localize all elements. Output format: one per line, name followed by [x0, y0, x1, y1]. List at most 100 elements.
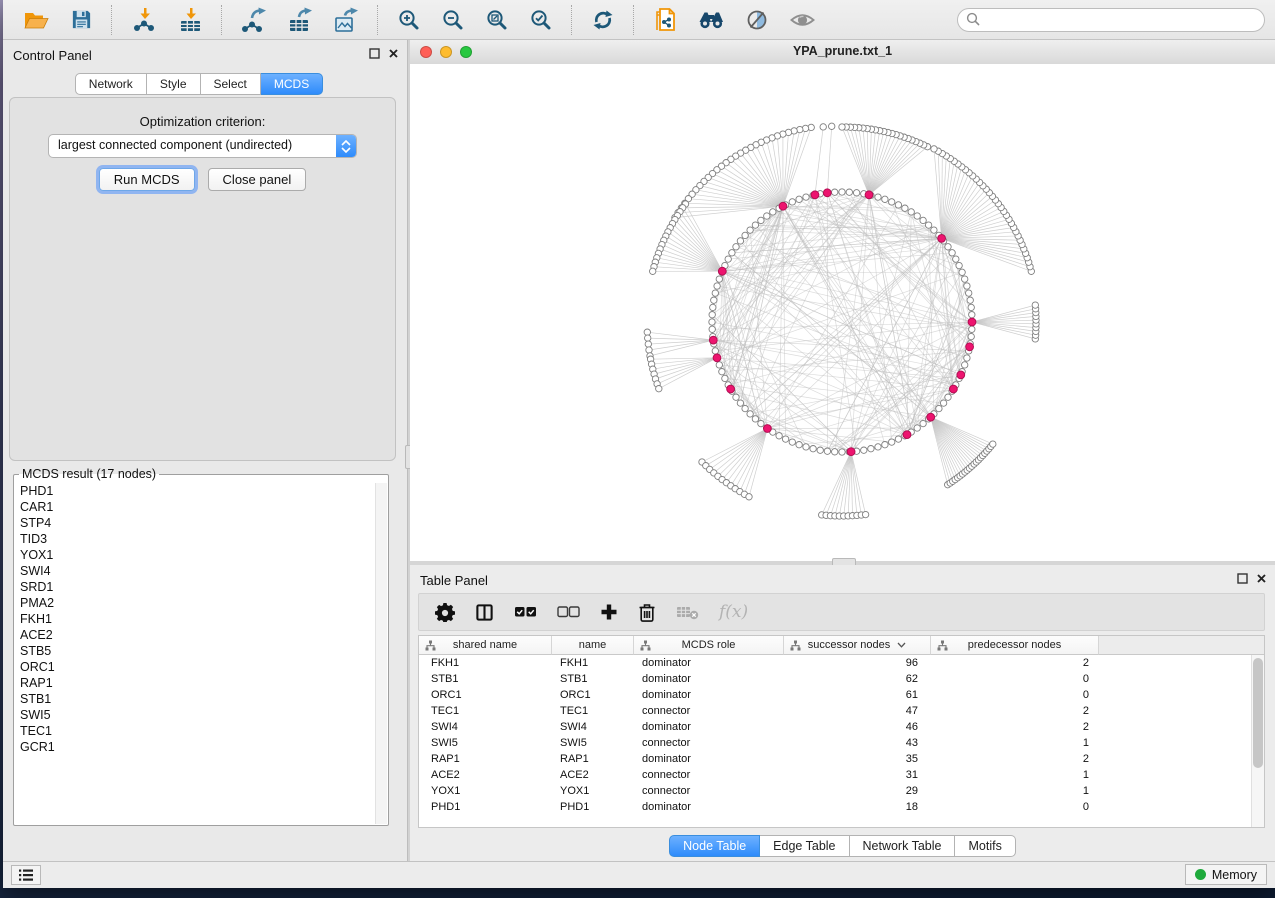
- cell[interactable]: SWI4: [419, 719, 552, 735]
- cell[interactable]: SWI5: [552, 735, 634, 751]
- cell[interactable]: dominator: [634, 671, 784, 687]
- table-row[interactable]: ACE2ACE2connector311: [419, 767, 1264, 783]
- mcds-result-item[interactable]: TEC1: [15, 723, 376, 739]
- cell[interactable]: connector: [634, 783, 784, 799]
- cell[interactable]: YOX1: [419, 783, 552, 799]
- column-header-name[interactable]: name: [552, 636, 634, 655]
- cell[interactable]: 31: [784, 767, 931, 783]
- cell[interactable]: 96: [784, 655, 931, 671]
- run-mcds-button[interactable]: Run MCDS: [99, 168, 195, 191]
- cell[interactable]: 43: [784, 735, 931, 751]
- cell[interactable]: PHD1: [552, 799, 634, 815]
- cell[interactable]: 2: [931, 655, 1099, 671]
- export-image-icon[interactable]: [326, 4, 366, 36]
- cell[interactable]: RAP1: [419, 751, 552, 767]
- new-network-from-selection-icon[interactable]: [646, 4, 684, 36]
- cell[interactable]: 47: [784, 703, 931, 719]
- cell[interactable]: 0: [931, 671, 1099, 687]
- table-tab-edge-table[interactable]: Edge Table: [760, 835, 849, 857]
- mcds-result-item[interactable]: ORC1: [15, 659, 376, 675]
- tab-mcds[interactable]: MCDS: [261, 73, 323, 95]
- graphics-details-icon[interactable]: [738, 5, 776, 35]
- settings-gear-icon[interactable]: [427, 600, 463, 624]
- close-panel-icon[interactable]: [388, 48, 399, 59]
- mcds-result-item[interactable]: PMA2: [15, 595, 376, 611]
- cell[interactable]: TEC1: [552, 703, 634, 719]
- mcds-result-item[interactable]: STP4: [15, 515, 376, 531]
- cell[interactable]: ORC1: [419, 687, 552, 703]
- cell[interactable]: 35: [784, 751, 931, 767]
- column-header-mcds-role[interactable]: MCDS role: [634, 636, 784, 655]
- cell[interactable]: 0: [931, 687, 1099, 703]
- cell[interactable]: 46: [784, 719, 931, 735]
- close-panel-icon[interactable]: [1256, 573, 1267, 584]
- mcds-result-list[interactable]: PHD1CAR1STP4TID3YOX1SWI4SRD1PMA2FKH1ACE2…: [15, 483, 376, 824]
- mcds-result-item[interactable]: SRD1: [15, 579, 376, 595]
- table-tab-node-table[interactable]: Node Table: [669, 835, 760, 857]
- add-column-icon[interactable]: [592, 601, 626, 623]
- export-network-icon[interactable]: [234, 4, 274, 36]
- mcds-result-item[interactable]: SWI4: [15, 563, 376, 579]
- cell[interactable]: RAP1: [552, 751, 634, 767]
- cell[interactable]: TEC1: [419, 703, 552, 719]
- cell[interactable]: 29: [784, 783, 931, 799]
- zoom-in-icon[interactable]: [390, 5, 428, 35]
- tab-network[interactable]: Network: [75, 73, 147, 95]
- tab-style[interactable]: Style: [147, 73, 201, 95]
- cell[interactable]: dominator: [634, 799, 784, 815]
- zoom-out-icon[interactable]: [434, 5, 472, 35]
- column-header-predecessor-nodes[interactable]: predecessor nodes: [931, 636, 1099, 655]
- mcds-result-item[interactable]: STB5: [15, 643, 376, 659]
- cell[interactable]: PHD1: [419, 799, 552, 815]
- column-header-successor-nodes[interactable]: successor nodes: [784, 636, 931, 655]
- cell[interactable]: SWI4: [552, 719, 634, 735]
- find-binoculars-icon[interactable]: [690, 5, 732, 35]
- cell[interactable]: connector: [634, 703, 784, 719]
- table-row[interactable]: TEC1TEC1connector472: [419, 703, 1264, 719]
- cell[interactable]: 2: [931, 703, 1099, 719]
- cell[interactable]: YOX1: [552, 783, 634, 799]
- cell[interactable]: 18: [784, 799, 931, 815]
- network-canvas[interactable]: [410, 64, 1275, 561]
- mcds-result-item[interactable]: STB1: [15, 691, 376, 707]
- table-row[interactable]: SWI4SWI4dominator462: [419, 719, 1264, 735]
- cell[interactable]: ORC1: [552, 687, 634, 703]
- open-file-icon[interactable]: [16, 5, 57, 35]
- zoom-fit-icon[interactable]: [478, 5, 516, 35]
- zoom-selected-icon[interactable]: [522, 5, 560, 35]
- mcds-result-item[interactable]: GCR1: [15, 739, 376, 755]
- cell[interactable]: SWI5: [419, 735, 552, 751]
- table-row[interactable]: SWI5SWI5connector431: [419, 735, 1264, 751]
- mcds-result-item[interactable]: ACE2: [15, 627, 376, 643]
- import-network-icon[interactable]: [124, 4, 164, 36]
- table-scrollbar[interactable]: [1251, 655, 1264, 827]
- table-row[interactable]: PHD1PHD1dominator180: [419, 799, 1264, 815]
- table-row[interactable]: RAP1RAP1dominator352: [419, 751, 1264, 767]
- close-panel-button[interactable]: Close panel: [208, 168, 307, 191]
- import-table-icon[interactable]: [170, 4, 210, 36]
- float-panel-icon[interactable]: [369, 48, 380, 59]
- table-row[interactable]: YOX1YOX1connector291: [419, 783, 1264, 799]
- cell[interactable]: 2: [931, 751, 1099, 767]
- column-header-shared-name[interactable]: shared name: [419, 636, 552, 655]
- cell[interactable]: FKH1: [552, 655, 634, 671]
- table-tab-network-table[interactable]: Network Table: [850, 835, 956, 857]
- cell[interactable]: 1: [931, 783, 1099, 799]
- toggle-panel-columns-icon[interactable]: [467, 601, 502, 624]
- cell[interactable]: connector: [634, 767, 784, 783]
- cell[interactable]: ACE2: [419, 767, 552, 783]
- cell[interactable]: ACE2: [552, 767, 634, 783]
- cell[interactable]: 61: [784, 687, 931, 703]
- memory-button[interactable]: Memory: [1185, 864, 1267, 885]
- cell[interactable]: STB1: [552, 671, 634, 687]
- table-row[interactable]: ORC1ORC1dominator610: [419, 687, 1264, 703]
- mcds-result-item[interactable]: PHD1: [15, 483, 376, 499]
- save-session-icon[interactable]: [63, 5, 100, 34]
- search-input[interactable]: [957, 8, 1265, 32]
- network-graph[interactable]: [410, 64, 1275, 561]
- table-row[interactable]: FKH1FKH1dominator962: [419, 655, 1264, 671]
- export-table-icon[interactable]: [280, 4, 320, 36]
- scrollbar-thumb[interactable]: [1253, 658, 1263, 768]
- mcds-result-item[interactable]: FKH1: [15, 611, 376, 627]
- refresh-layout-icon[interactable]: [584, 5, 622, 35]
